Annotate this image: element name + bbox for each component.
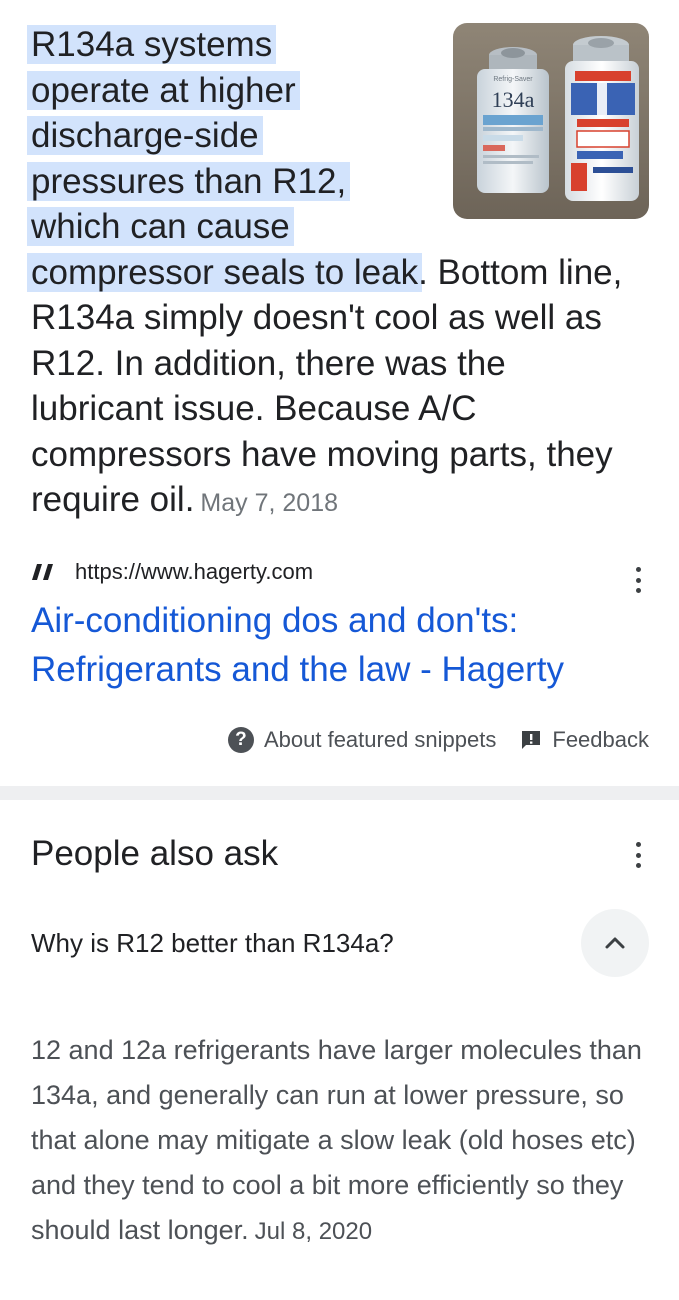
hagerty-favicon-icon <box>31 560 55 584</box>
paa-answer: 12 and 12a refrigerants have larger mole… <box>31 1028 651 1254</box>
help-icon: ? <box>227 727 254 753</box>
chevron-up-icon <box>605 937 625 949</box>
snippet-highlight-line: R134a systems <box>31 25 273 64</box>
source-row[interactable]: https://www.hagerty.com <box>31 556 651 588</box>
more-options-icon[interactable] <box>628 565 648 595</box>
collapse-button[interactable] <box>581 909 649 977</box>
snippet-footer: ? About featured snippets Feedback <box>227 724 649 756</box>
snippet-highlight-line: which can cause <box>31 207 290 246</box>
featured-snippet: Refrig-Saver 134a R134a systems operate … <box>0 0 679 780</box>
result-title-link[interactable]: Air-conditioning dos and don'ts: Refrige… <box>31 596 651 694</box>
snippet-highlight-line: discharge-side <box>31 116 259 155</box>
feedback-icon <box>520 729 542 751</box>
about-featured-snippets-label: About featured snippets <box>263 727 497 752</box>
snippet-highlight-line: operate at higher <box>31 70 296 110</box>
snippet-body-text: . Bottom line, R134a simply doesn't cool… <box>31 252 623 520</box>
snippet-text: R134a systems operate at higher discharg… <box>31 22 631 527</box>
snippet-highlight-line: compressor seals to leak <box>31 252 419 292</box>
about-featured-snippets-button[interactable]: ? About featured snippets <box>227 727 497 753</box>
paa-answer-date: Jul 8, 2020 <box>254 1218 373 1245</box>
people-also-ask-heading: People also ask <box>31 834 279 873</box>
feedback-button[interactable]: Feedback <box>496 727 649 753</box>
section-divider <box>0 786 679 800</box>
more-options-icon[interactable] <box>628 840 648 870</box>
paa-question[interactable]: Why is R12 better than R134a? <box>31 924 394 962</box>
source-url[interactable]: https://www.hagerty.com <box>75 559 313 585</box>
feedback-label: Feedback <box>552 727 649 752</box>
snippet-highlight-line: pressures than R12, <box>31 161 347 201</box>
snippet-date: May 7, 2018 <box>200 489 339 517</box>
paa-answer-text: 12 and 12a refrigerants have larger mole… <box>31 1035 642 1245</box>
